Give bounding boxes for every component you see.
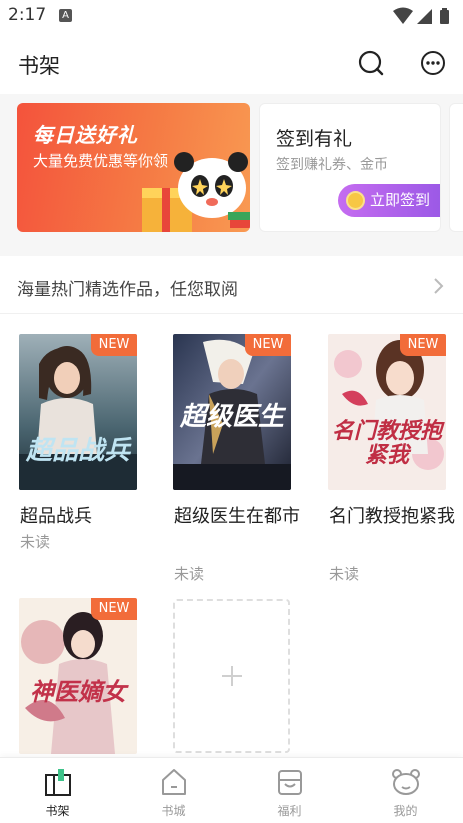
book-cover-title: 超品战兵: [25, 436, 130, 466]
book-read-status: 未读: [329, 565, 360, 583]
signin-title: 签到有礼: [276, 128, 353, 150]
wifi-icon: [393, 7, 413, 24]
nav-item-profile[interactable]: 我的: [348, 758, 463, 823]
search-icon[interactable]: [356, 48, 386, 78]
bookshelf-icon: [45, 769, 71, 796]
nav-item-welfare[interactable]: 福利: [232, 758, 347, 823]
book-title: 名门教授抱紧我: [329, 506, 455, 527]
new-badge: NEW: [400, 334, 446, 356]
book-title: 超品战兵: [20, 506, 92, 527]
status-time: 2:17: [8, 5, 47, 25]
chevron-right-icon: [434, 278, 444, 294]
new-badge: NEW: [91, 334, 137, 356]
banner-carousel[interactable]: 每日送好礼 大量免费优惠等你领 签到有礼 签到赚礼券、金币 立即签到: [0, 94, 463, 256]
next-banner-card[interactable]: [449, 103, 463, 232]
nav-item-bookshelf[interactable]: 书架: [0, 758, 115, 823]
nav-label: 书架: [45, 804, 70, 818]
book-title: 超级医生在都市: [174, 506, 300, 527]
book-cover-title: 超级医生: [179, 402, 284, 432]
battery-icon: [440, 10, 449, 24]
gift-icon: [278, 770, 302, 795]
status-icons: [393, 7, 449, 24]
book-cover-title: 名门教授抱紧我: [331, 419, 442, 468]
book-cover-title: 神医嫡女: [30, 678, 126, 706]
bottom-nav: 书架 书城 福利 我的: [0, 757, 463, 823]
book-cover[interactable]: 名门教授抱紧我 NEW: [328, 334, 446, 490]
recommend-row[interactable]: 海量热门精选作品，任您取阅: [0, 258, 463, 314]
book-cover[interactable]: 超级医生 NEW: [173, 334, 291, 490]
recommend-text: 海量热门精选作品，任您取阅: [17, 280, 238, 300]
profile-icon: [392, 769, 420, 795]
panda-gift-illustration: [142, 152, 250, 232]
coin-icon: [346, 191, 365, 210]
notification-icon: A: [59, 9, 72, 22]
book-read-status: 未读: [20, 533, 51, 551]
nav-item-store[interactable]: 书城: [116, 758, 231, 823]
page-title: 书架: [18, 54, 60, 78]
store-icon: [162, 769, 186, 795]
promo-title: 每日送好礼: [33, 123, 138, 147]
nav-label: 书城: [161, 804, 186, 818]
app-header: 书架: [0, 32, 463, 94]
nav-label: 我的: [393, 804, 418, 818]
status-bar: 2:17 A: [0, 0, 463, 32]
more-icon[interactable]: [418, 48, 448, 78]
add-book-button[interactable]: [173, 599, 290, 753]
nav-label: 福利: [277, 804, 302, 818]
plus-icon: [222, 666, 242, 686]
signin-subtitle: 签到赚礼券、金币: [276, 157, 388, 173]
new-badge: NEW: [91, 598, 137, 620]
daily-gift-banner[interactable]: 每日送好礼 大量免费优惠等你领: [17, 103, 250, 232]
book-read-status: 未读: [174, 565, 205, 583]
signin-card[interactable]: 签到有礼 签到赚礼券、金币 立即签到: [259, 103, 441, 232]
book-cover[interactable]: 超品战兵 NEW: [19, 334, 137, 490]
signal-icon: [417, 9, 432, 24]
new-badge: NEW: [245, 334, 291, 356]
book-cover[interactable]: 神医嫡女 NEW: [19, 598, 137, 754]
